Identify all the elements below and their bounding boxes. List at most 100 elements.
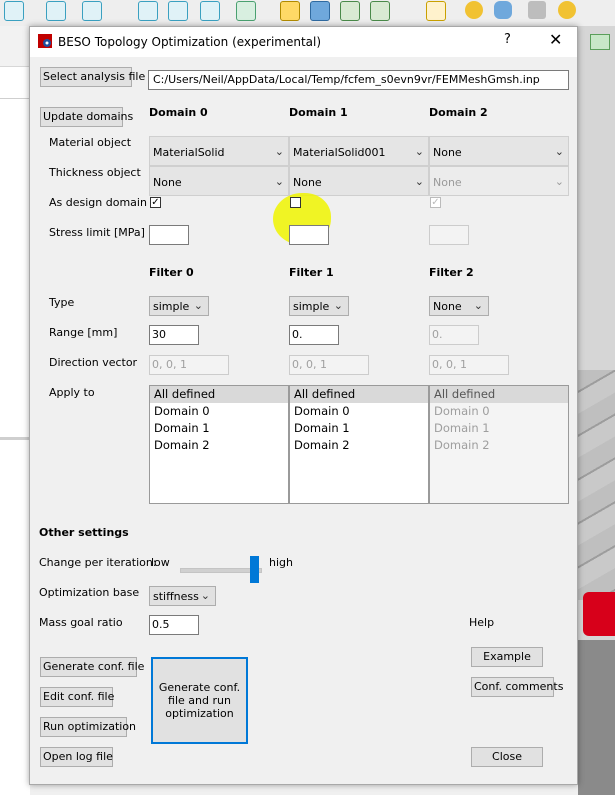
select-analysis-file-button[interactable]: Select analysis file	[40, 67, 145, 87]
chevron-down-icon: ⌄	[414, 145, 424, 158]
stress-limit-field-0[interactable]	[149, 225, 189, 245]
optimization-base-label: Optimization base	[39, 586, 140, 599]
list-item[interactable]: Domain 2	[290, 437, 428, 454]
chevron-down-icon: ⌄	[193, 299, 203, 312]
material-value-2: None	[433, 146, 462, 159]
filter-range-field-1[interactable]: 0.	[289, 325, 339, 345]
example-button[interactable]: Example	[471, 647, 543, 667]
measure-icon[interactable]	[236, 1, 256, 21]
filter-type-value-1: simple	[293, 300, 330, 313]
view-cube-icon[interactable]	[200, 1, 220, 21]
list-item[interactable]: Domain 1	[150, 420, 288, 437]
design-domain-label: As design domain	[49, 196, 147, 209]
thickness-value-0: None	[153, 176, 182, 189]
thickness-combo-1[interactable]: None ⌄	[289, 166, 429, 196]
material-object-label: Material object	[49, 136, 132, 149]
document-icon[interactable]	[310, 1, 330, 21]
open-log-button[interactable]: Open log file	[40, 747, 113, 767]
material-combo-2[interactable]: None ⌄	[429, 136, 569, 166]
domain-header-1: Domain 1	[289, 106, 348, 119]
stress-limit-label: Stress limit [MPa]	[49, 226, 145, 239]
view-cube-icon[interactable]	[46, 1, 66, 21]
sphere-icon[interactable]	[465, 1, 483, 19]
export-icon[interactable]	[340, 1, 360, 21]
generate-and-run-label: Generate conf. file and run optimization	[158, 681, 241, 720]
apply-to-label: Apply to	[49, 386, 95, 399]
view-cube-icon[interactable]	[4, 1, 24, 21]
list-item[interactable]: Domain 1	[290, 420, 428, 437]
background-3d-floor	[578, 640, 615, 795]
help-label: Help	[469, 616, 495, 629]
optimization-base-combo[interactable]: stiffness ⌄	[149, 586, 216, 606]
filter-header-2: Filter 2	[429, 266, 474, 279]
chevron-down-icon: ⌄	[473, 299, 483, 312]
title-bar: BESO Topology Optimization (experimental…	[30, 27, 577, 57]
list-item[interactable]: Domain 0	[290, 403, 428, 420]
design-domain-checkbox-0[interactable]: ✓	[150, 197, 161, 208]
run-optimization-button[interactable]: Run optimization	[40, 717, 136, 737]
view-cube-icon[interactable]	[82, 1, 102, 21]
part-icon[interactable]	[280, 1, 300, 21]
filter-range-field-2: 0.	[429, 325, 479, 345]
filter-header-0: Filter 0	[149, 266, 194, 279]
generate-and-run-button[interactable]: Generate conf. file and run optimization	[151, 657, 248, 744]
pacman-icon[interactable]	[558, 1, 576, 19]
direction-vector-field-1: 0, 0, 1	[289, 355, 369, 375]
mass-goal-field[interactable]: 0.5	[149, 615, 199, 635]
chevron-down-icon: ⌄	[200, 589, 210, 602]
filter-range-field-0[interactable]: 30	[149, 325, 199, 345]
direction-vector-field-2: 0, 0, 1	[429, 355, 509, 375]
design-domain-checkbox-1[interactable]	[290, 197, 301, 208]
background-toolbar	[0, 0, 615, 26]
filter-type-combo-0[interactable]: simple ⌄	[149, 296, 209, 316]
optimization-base-value: stiffness	[153, 590, 199, 603]
filter-range-label: Range [mm]	[49, 326, 118, 339]
analysis-file-path-field[interactable]: C:/Users/Neil/AppData/Local/Temp/fcfem_s…	[148, 70, 569, 90]
list-item[interactable]: Domain 0	[150, 403, 288, 420]
edit-conf-button[interactable]: Edit conf. file	[40, 687, 114, 707]
list-item: Domain 0	[434, 404, 490, 418]
direction-vector-label: Direction vector	[49, 356, 138, 369]
update-domains-button[interactable]: Update domains	[40, 107, 133, 127]
material-value-0: MaterialSolid	[153, 146, 225, 159]
apply-to-list-0[interactable]: All defined Domain 0 Domain 1 Domain 2	[149, 385, 289, 504]
export-icon[interactable]	[370, 1, 390, 21]
apply-to-list-1[interactable]: All defined Domain 0 Domain 1 Domain 2	[289, 385, 429, 504]
cylinder-icon[interactable]	[494, 1, 512, 19]
filter-type-value-2: None	[433, 300, 462, 313]
apply-to-list-2: All defined Domain 0 Domain 1 Domain 2	[429, 385, 569, 504]
other-settings-heading: Other settings	[39, 526, 129, 539]
filter-type-combo-2[interactable]: None ⌄	[429, 296, 489, 316]
chevron-down-icon: ⌄	[554, 175, 564, 188]
checkbox-icon[interactable]	[590, 34, 610, 50]
splitter[interactable]	[0, 437, 30, 440]
slider-high-label: high	[269, 556, 293, 569]
beso-dialog: BESO Topology Optimization (experimental…	[29, 26, 578, 785]
material-combo-0[interactable]: MaterialSolid ⌄	[149, 136, 289, 166]
chevron-down-icon: ⌄	[274, 175, 284, 188]
thickness-combo-0[interactable]: None ⌄	[149, 166, 289, 196]
close-icon[interactable]: ✕	[549, 30, 562, 49]
shape-icon[interactable]	[528, 1, 546, 19]
help-button[interactable]: ?	[504, 32, 511, 47]
filter-header-1: Filter 1	[289, 266, 334, 279]
change-slider-thumb[interactable]	[250, 556, 259, 583]
filter-type-combo-1[interactable]: simple ⌄	[289, 296, 349, 316]
stress-limit-field-1[interactable]	[289, 225, 329, 245]
view-cube-icon[interactable]	[168, 1, 188, 21]
list-item: Domain 2	[434, 438, 490, 452]
material-value-1: MaterialSolid001	[293, 146, 386, 159]
list-item: Domain 1	[434, 421, 490, 435]
list-item[interactable]: Domain 2	[150, 437, 288, 454]
view-cube-icon[interactable]	[138, 1, 158, 21]
close-button[interactable]: Close	[471, 747, 543, 767]
divider	[0, 98, 30, 99]
filter-type-label: Type	[49, 296, 75, 309]
list-item[interactable]: All defined	[150, 386, 288, 403]
text-icon[interactable]	[426, 1, 446, 21]
conf-comments-button[interactable]: Conf. comments	[471, 677, 563, 697]
thickness-value-2: None	[433, 176, 462, 189]
generate-conf-button[interactable]: Generate conf. file	[40, 657, 144, 677]
material-combo-1[interactable]: MaterialSolid001 ⌄	[289, 136, 429, 166]
list-item[interactable]: All defined	[290, 386, 428, 403]
